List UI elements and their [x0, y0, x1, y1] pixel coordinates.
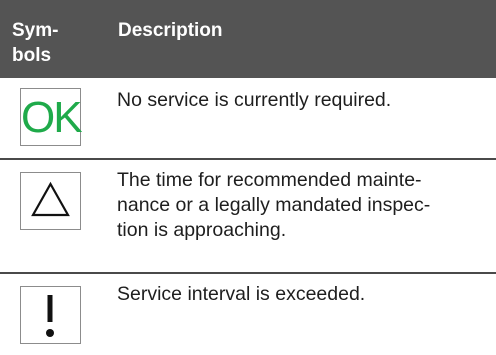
triangle-warning-icon — [31, 181, 70, 217]
description-line: The time for recommended mainte- — [117, 169, 422, 191]
row-description: No service is currently required. — [117, 89, 392, 111]
row-description: Service interval is exceeded. — [117, 283, 366, 305]
exclamation-icon — [46, 295, 54, 337]
symbol-cell — [20, 172, 81, 230]
symbols-header-line: bols — [12, 45, 52, 66]
symbol-cell — [20, 286, 81, 344]
symbols-column-header: Sym- bols — [12, 18, 92, 68]
table-header: Sym- bols Description — [0, 0, 496, 78]
service-symbols-table: Sym- bols Description OK No service is c… — [0, 0, 496, 355]
symbol-cell: OK — [20, 88, 83, 146]
description-line: nance or a legally mandated inspec- — [117, 194, 431, 216]
ok-icon: OK — [21, 93, 83, 142]
table-row: Service interval is exceeded. — [0, 274, 496, 355]
symbols-header-line: Sym- — [12, 20, 59, 41]
description-column-header: Description — [118, 20, 223, 41]
table-row: OK No service is currently required. — [0, 78, 496, 158]
description-line: tion is approaching. — [117, 219, 287, 241]
table-row: The time for recommended mainte- nance o… — [0, 160, 496, 272]
row-description: The time for recommended mainte- nance o… — [117, 168, 487, 243]
